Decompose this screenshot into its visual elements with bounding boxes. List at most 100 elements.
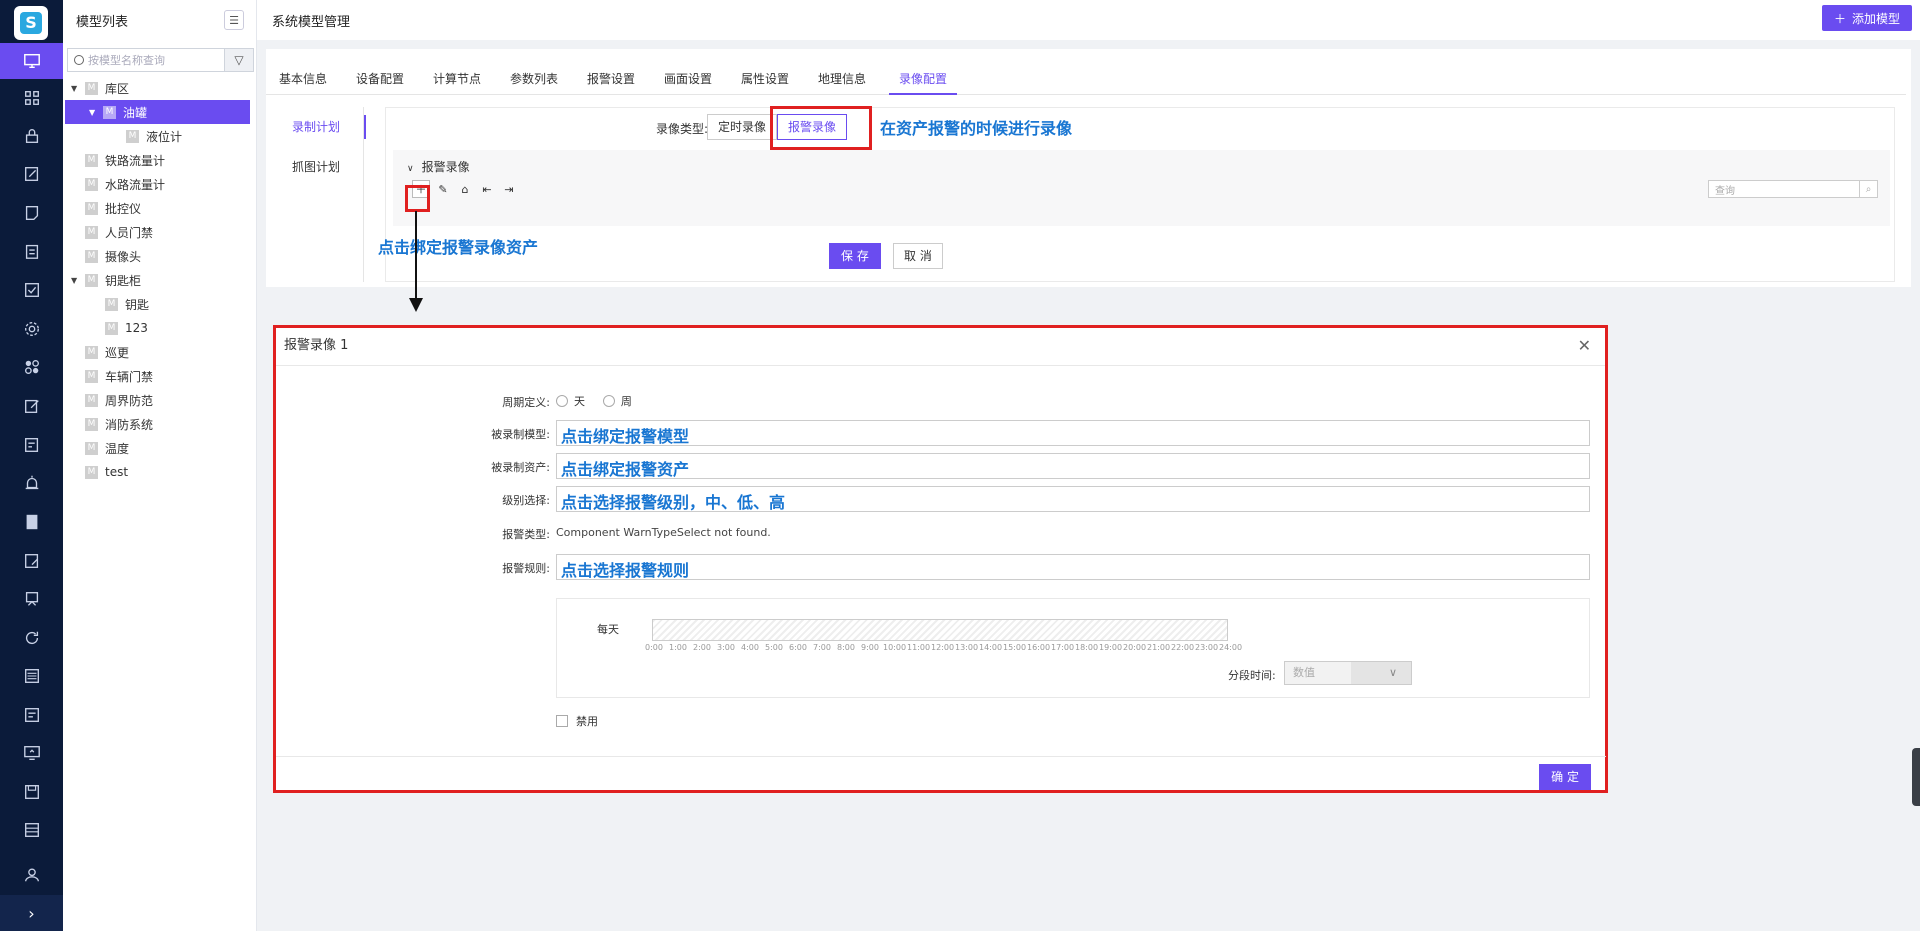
form-edit-icon[interactable] (0, 427, 63, 463)
tree-node[interactable]: Mtest (63, 460, 256, 484)
hour-tick: 17:00 (1051, 643, 1075, 652)
confirm-button[interactable]: 确 定 (1539, 764, 1591, 790)
alarm-icon[interactable] (0, 465, 63, 501)
tab-screen-settings[interactable]: 画面设置 (663, 65, 713, 95)
rule-field[interactable]: 点击选择报警规则 (556, 554, 1590, 580)
refresh-icon[interactable] (0, 620, 63, 656)
home-icon[interactable]: ⌂ (456, 180, 474, 198)
import-icon[interactable]: ⇥ (500, 180, 518, 198)
cycle-day-radio[interactable]: 天 (556, 393, 585, 409)
tree-node[interactable]: ▼ M 钥匙柜 (63, 268, 256, 292)
hour-tick: 20:00 (1123, 643, 1147, 652)
tab-geo-info[interactable]: 地理信息 (817, 65, 867, 95)
close-icon[interactable]: ✕ (1578, 328, 1591, 364)
page-title: 系统模型管理 (272, 14, 351, 30)
hour-ticks: 0:00 1:00 2:00 3:00 4:00 5:00 6:00 7:00 … (645, 643, 1245, 655)
cancel-button[interactable]: 取 消 (893, 243, 943, 269)
alarm-search-input[interactable]: 查询 ⌕ (1708, 180, 1878, 198)
tab-basic-info[interactable]: 基本信息 (278, 65, 328, 95)
disable-checkbox[interactable]: 禁用 (556, 713, 598, 729)
asset-field[interactable]: 点击绑定报警资产 (556, 453, 1590, 479)
tab-recording-config[interactable]: 录像配置 (889, 65, 957, 95)
doc-edit-icon[interactable] (0, 543, 63, 579)
lock-icon[interactable] (0, 118, 63, 154)
tree-node[interactable]: ▼ M 库区 (63, 76, 256, 100)
user-icon[interactable] (0, 857, 63, 893)
timed-recording-button[interactable]: 定时录像 (707, 114, 778, 140)
hour-tick: 2:00 (693, 643, 711, 652)
subnav-snapshot-plan[interactable]: 抓图计划 (266, 147, 366, 187)
tree-list: ▼ M 库区 ▼ M 油罐 M 液位计 M 铁路流量计 M 水路流量计 M 批控仪 M 人员门禁 … (63, 76, 256, 484)
screen-icon[interactable] (0, 735, 63, 771)
settings-icon[interactable] (0, 311, 63, 347)
tree-node[interactable]: M 人员门禁 (63, 220, 256, 244)
model-field[interactable]: 点击绑定报警模型 (556, 420, 1590, 446)
subnav-record-plan[interactable]: 录制计划 (266, 107, 366, 147)
tree-node[interactable]: M 铁路流量计 (63, 148, 256, 172)
segment-label: 分段时间: (1228, 669, 1276, 682)
plus-icon: ＋ (1833, 11, 1846, 26)
edit-icon[interactable]: ✎ (434, 180, 452, 198)
cycle-week-radio[interactable]: 周 (602, 393, 632, 409)
tree-node[interactable]: M 摄像头 (63, 244, 256, 268)
alarm-type-label: 报警类型: (502, 528, 550, 541)
level-field[interactable]: 点击选择报警级别，中、低、高 (556, 486, 1590, 512)
tab-device-config[interactable]: 设备配置 (355, 65, 405, 95)
list-icon[interactable] (0, 658, 63, 694)
tree-node[interactable]: M 巡更 (63, 340, 256, 364)
list-toggle-icon[interactable]: ☰ (224, 10, 244, 30)
tree-node[interactable]: M 消防系统 (63, 412, 256, 436)
board-icon[interactable] (0, 581, 63, 617)
hour-tick: 11:00 (907, 643, 931, 652)
note-icon[interactable] (0, 195, 63, 231)
rule-label: 报警规则: (502, 562, 550, 575)
hour-tick: 1:00 (669, 643, 687, 652)
tree-node[interactable]: M 液位计 (63, 124, 256, 148)
tree-node[interactable]: M 批控仪 (63, 196, 256, 220)
segment-select[interactable]: 数值 ∨ (1284, 661, 1412, 685)
time-range-bar[interactable] (652, 619, 1228, 641)
day-label: 每天 (597, 623, 619, 636)
monitor-icon[interactable] (0, 43, 63, 79)
tab-params[interactable]: 参数列表 (509, 65, 559, 95)
filter-icon[interactable]: ▽ (224, 48, 254, 72)
annotation-bind-asset: 点击绑定报警录像资产 (378, 238, 539, 257)
grid-icon[interactable] (0, 80, 63, 116)
tab-property-settings[interactable]: 属性设置 (740, 65, 790, 95)
tree-node-selected[interactable]: ▼ M 油罐 (65, 100, 250, 124)
tree-search-input[interactable]: 按模型名称查询 (67, 48, 224, 72)
apps-icon[interactable] (0, 349, 63, 385)
checklist-icon[interactable] (0, 272, 63, 308)
alarm-recording-section: ∨ 报警录像 ＋ ✎ ⌂ ⇤ ⇥ 查询 ⌕ (393, 150, 1890, 226)
model-label: 被录制模型: (491, 428, 550, 441)
dialog-title: 报警录像 1 (284, 338, 349, 353)
level-label: 级别选择: (502, 494, 550, 507)
recording-type-label: 录像类型: (656, 122, 709, 136)
tree-node[interactable]: M 钥匙 (63, 292, 256, 316)
calculator-icon[interactable] (0, 504, 63, 540)
tree-node[interactable]: M 周界防范 (63, 388, 256, 412)
tree-node[interactable]: M 车辆门禁 (63, 364, 256, 388)
add-model-button[interactable]: ＋添加模型 (1821, 5, 1912, 31)
alarm-recording-header[interactable]: ∨ 报警录像 (407, 158, 470, 175)
export-icon[interactable]: ⇤ (478, 180, 496, 198)
report-icon[interactable] (0, 697, 63, 733)
clipboard-icon[interactable] (0, 233, 63, 269)
tree-node[interactable]: M 温度 (63, 436, 256, 460)
tab-alarm-settings[interactable]: 报警设置 (586, 65, 636, 95)
recording-subnav: 录制计划 抓图计划 (266, 107, 366, 187)
tree-node[interactable]: M 水路流量计 (63, 172, 256, 196)
table-icon[interactable] (0, 812, 63, 848)
app-logo: S (14, 6, 48, 40)
tab-compute-nodes[interactable]: 计算节点 (432, 65, 482, 95)
chevron-down-icon: ∨ (407, 164, 414, 174)
edit-doc-icon[interactable] (0, 156, 63, 192)
save-disk-icon[interactable] (0, 774, 63, 810)
tree-node[interactable]: M 123 (63, 316, 256, 340)
search-icon[interactable]: ⌕ (1859, 181, 1877, 197)
side-handle[interactable] (1912, 748, 1920, 806)
tree-search: 按模型名称查询 ▽ (67, 48, 254, 72)
expand-rail-icon[interactable]: › (0, 895, 63, 931)
save-button[interactable]: 保 存 (829, 243, 881, 269)
edit-icon[interactable] (0, 388, 63, 424)
